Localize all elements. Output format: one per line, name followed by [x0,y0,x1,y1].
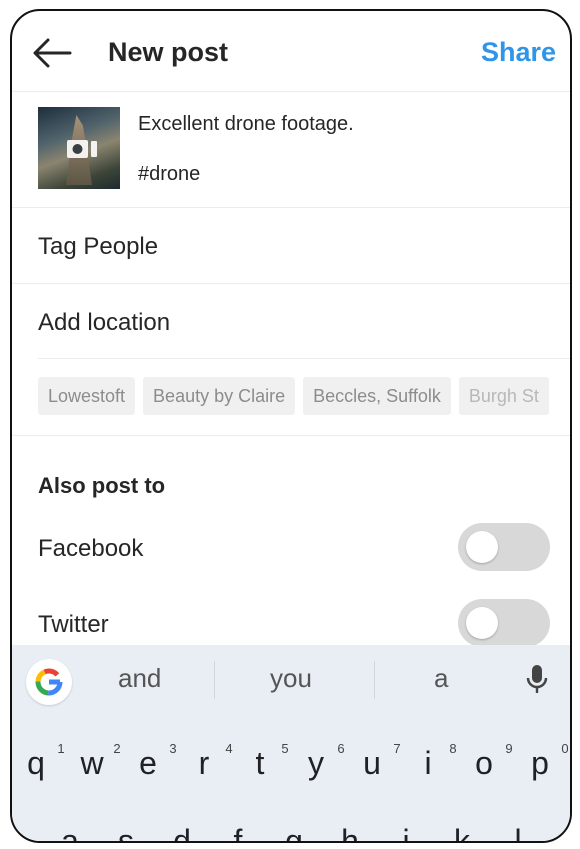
twitter-toggle[interactable] [458,599,550,647]
top-bar: New post Share [12,11,570,91]
key-l[interactable]: l [498,823,538,841]
suggestion-strip: and you a [12,645,570,717]
page-title: New post [108,37,229,67]
divider [12,91,570,92]
toggle-knob [466,607,498,639]
key-hint-4: 4 [225,741,233,756]
location-suggestions: Lowestoft Beauty by Claire Beccles, Suffol… [38,377,570,417]
key-f[interactable]: f [218,823,258,841]
key-j[interactable]: j [386,823,426,841]
location-chip[interactable]: Lowestoft [38,377,136,415]
back-arrow-icon[interactable] [30,35,74,71]
facebook-label: Facebook [38,535,144,562]
key-h[interactable]: h [330,823,370,841]
location-chip[interactable]: Beccles, Suffolk [303,377,451,415]
key-w[interactable]: w [72,745,112,782]
key-u[interactable]: u [352,745,392,782]
key-a[interactable]: a [50,823,90,841]
google-button[interactable] [26,659,72,705]
key-hint-9: 9 [505,741,513,756]
twitter-label: Twitter [38,611,109,638]
key-hint-3: 3 [169,741,177,756]
key-hint-0: 0 [561,741,569,756]
facebook-toggle[interactable] [458,523,550,571]
divider [38,358,570,359]
divider [12,207,570,208]
key-hint-2: 2 [113,741,121,756]
key-y[interactable]: y [296,745,336,782]
location-chip[interactable]: Burgh St [458,377,549,415]
key-s[interactable]: s [106,823,146,841]
key-hint-7: 7 [393,741,401,756]
key-g[interactable]: g [274,823,314,841]
key-q[interactable]: q [16,745,56,782]
microphone-icon[interactable] [524,663,550,697]
hashtag-text[interactable]: #drone [138,163,200,186]
also-post-heading: Also post to [38,473,166,498]
key-i[interactable]: i [408,745,448,782]
share-button[interactable]: Share [481,37,556,68]
key-r[interactable]: r [184,745,224,782]
divider [12,435,570,436]
key-hint-6: 6 [337,741,345,756]
tag-people-row[interactable]: Tag People [38,233,158,261]
toggle-knob [466,531,498,563]
suggestion-word[interactable]: a [434,663,448,694]
key-d[interactable]: d [162,823,202,841]
add-location-row[interactable]: Add location [38,309,170,337]
key-t[interactable]: t [240,745,280,782]
phone-frame: New post Share Excellent drone footage. … [10,9,572,843]
divider [12,283,570,284]
soft-keyboard: and you a q w e r t y u i o p 1 2 3 4 5 … [12,645,570,841]
key-hint-5: 5 [281,741,289,756]
key-p[interactable]: p [520,745,560,782]
key-hint-1: 1 [57,741,65,756]
suggestion-word[interactable]: and [118,663,161,694]
video-camera-icon [67,140,97,158]
key-e[interactable]: e [128,745,168,782]
location-chip[interactable]: Beauty by Claire [143,377,296,415]
caption-text[interactable]: Excellent drone footage. [138,113,354,136]
media-thumbnail[interactable] [38,107,120,189]
google-g-icon [35,668,63,696]
key-o[interactable]: o [464,745,504,782]
suggestion-word[interactable]: you [270,663,312,694]
suggestion-separator [214,661,215,699]
suggestion-separator [374,661,375,699]
key-hint-8: 8 [449,741,457,756]
key-k[interactable]: k [442,823,482,841]
